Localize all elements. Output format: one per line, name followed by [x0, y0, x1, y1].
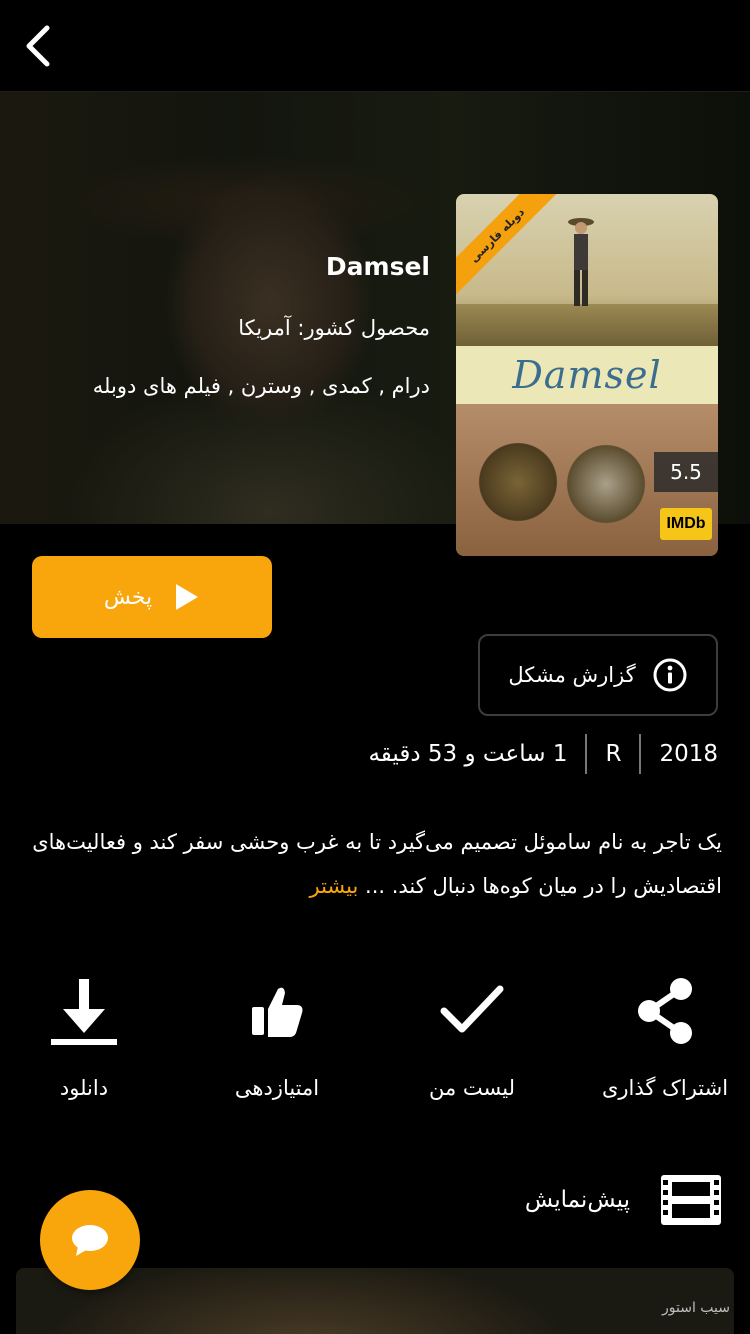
play-icon — [176, 584, 199, 610]
chat-button[interactable] — [40, 1190, 140, 1290]
back-button[interactable] — [10, 18, 66, 74]
trailer-thumbnail[interactable] — [16, 1268, 734, 1334]
chevron-left-icon — [26, 25, 50, 67]
share-button[interactable]: اشتراک گذاری — [575, 966, 750, 1116]
movie-poster: Damsel دوبله فارسی 5.5 IMDb — [456, 194, 718, 556]
divider — [585, 734, 588, 774]
poster-title-band: Damsel — [456, 346, 718, 404]
my-list-button[interactable]: لیست من — [382, 966, 562, 1116]
chat-bubble-icon — [72, 1225, 108, 1256]
action-row: اشتراک گذاری لیست من امتیازدهی دانلود — [0, 966, 750, 1116]
download-label: دانلود — [59, 1076, 109, 1100]
check-icon — [440, 985, 504, 1033]
read-more-link[interactable]: بیشتر — [310, 874, 359, 898]
movie-description: یک تاجر به نام ساموئل تصمیم می‌گیرد تا ب… — [22, 820, 722, 908]
divider — [639, 734, 642, 774]
thumbs-up-icon — [252, 987, 303, 1037]
trailer-title: پیش‌نمایش — [524, 1187, 630, 1213]
release-year: 2018 — [659, 741, 718, 767]
dub-ribbon: دوبله فارسی — [456, 194, 560, 298]
poster-title: Damsel — [512, 353, 662, 397]
rate-button[interactable]: امتیازدهی — [187, 966, 367, 1116]
country-line: محصول کشور: آمریکا — [238, 316, 430, 340]
report-problem-button[interactable]: گزارش مشکل — [478, 634, 718, 716]
report-problem-label: گزارش مشکل — [508, 663, 636, 687]
my-list-label: لیست من — [429, 1076, 515, 1100]
duration: 1 ساعت و 53 دقیقه — [368, 741, 568, 767]
genres-line: درام , کمدی , وسترن , فیلم های دوبله — [92, 374, 430, 398]
top-bar — [0, 0, 750, 92]
imdb-logo: IMDb — [660, 508, 712, 540]
share-label: اشتراک گذاری — [601, 1076, 729, 1100]
movie-title: Damsel — [325, 252, 430, 281]
share-icon — [638, 978, 692, 1044]
download-button[interactable]: دانلود — [0, 966, 174, 1116]
movie-meta: 2018 R 1 ساعت و 53 دقیقه — [368, 730, 718, 778]
download-icon — [51, 979, 117, 1045]
watermark: سیب استور — [662, 1300, 730, 1316]
info-icon — [653, 658, 687, 692]
content-rating: R — [605, 741, 622, 767]
rate-label: امتیازدهی — [234, 1076, 320, 1100]
description-text: یک تاجر به نام ساموئل تصمیم می‌گیرد تا ب… — [32, 830, 722, 898]
poster-figure — [568, 218, 594, 306]
play-label: پخش — [103, 584, 153, 610]
trailer-header: پیش‌نمایش — [525, 1172, 722, 1228]
imdb-score: 5.5 — [654, 452, 718, 492]
film-strip-icon — [661, 1175, 721, 1225]
play-button[interactable]: پخش — [32, 556, 272, 638]
